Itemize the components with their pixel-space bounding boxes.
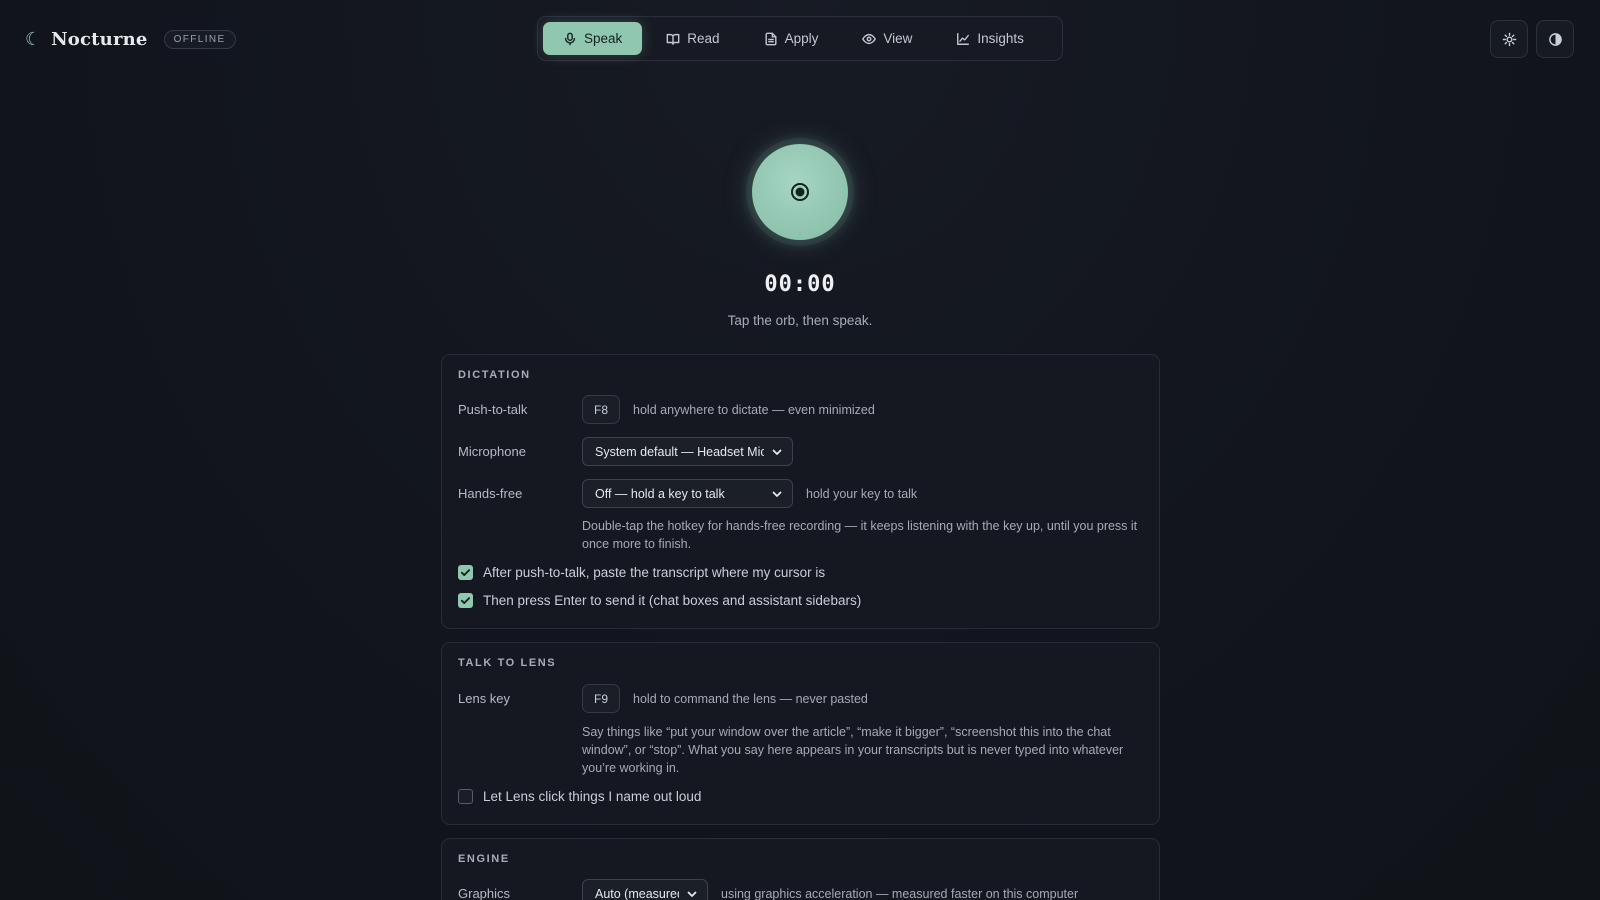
section-title: DICTATION: [458, 369, 531, 381]
engine-card: ENGINE Graphics Auto (measured) using gr…: [441, 838, 1160, 900]
push-to-talk-key[interactable]: F8: [582, 395, 621, 424]
section-title: TALK TO LENS: [458, 657, 557, 669]
section-title: ENGINE: [458, 853, 510, 865]
select-value: Auto (measured): [595, 886, 679, 900]
chevron-down-icon: [687, 891, 697, 897]
chevron-down-icon: [772, 449, 782, 455]
tab-insights[interactable]: Insights: [936, 22, 1044, 55]
theme-toggle-button[interactable]: [1536, 20, 1574, 58]
gear-icon: [1502, 32, 1516, 46]
microphone-select[interactable]: System default — Headset Microphone: [582, 437, 793, 466]
checkbox-label: After push-to-talk, paste the transcript…: [483, 565, 826, 580]
field-note: hold your key to talk: [806, 486, 918, 501]
lens-key[interactable]: F9: [582, 684, 621, 713]
field-label: Graphics: [458, 886, 511, 900]
lens-click-checkbox[interactable]: [458, 789, 473, 804]
field-label: Push-to-talk: [458, 402, 528, 417]
brand: ☾ Nocturne OFFLINE: [25, 26, 236, 52]
select-value: Off — hold a key to talk: [595, 486, 725, 501]
tab-label: Read: [687, 31, 720, 46]
tab-label: View: [883, 31, 913, 46]
record-orb[interactable]: [740, 132, 860, 252]
paste-checkbox[interactable]: [458, 565, 473, 580]
mic-icon: [564, 32, 576, 45]
lens-key-row: Lens key F9 hold to command the lens — n…: [458, 684, 1143, 713]
hands-free-help: Double-tap the hotkey for hands-free rec…: [582, 519, 1138, 551]
eye-icon: [862, 33, 877, 44]
document-icon: [765, 32, 777, 45]
paste-transcript-option[interactable]: After push-to-talk, paste the transcript…: [458, 565, 825, 580]
status-badge: OFFLINE: [163, 29, 236, 49]
tab-label: Insights: [977, 31, 1024, 46]
checkbox-label: Let Lens click things I name out loud: [483, 789, 702, 804]
checkbox-label: Then press Enter to send it (chat boxes …: [483, 593, 862, 608]
recording-timer: 00:00: [764, 272, 836, 297]
graphics-select[interactable]: Auto (measured): [582, 879, 708, 900]
field-note: hold to command the lens — never pasted: [633, 691, 868, 706]
chevron-down-icon: [772, 491, 782, 497]
microphone-row: Microphone System default — Headset Micr…: [458, 437, 1143, 466]
lens-click-option[interactable]: Let Lens click things I name out loud: [458, 789, 701, 804]
field-note: hold anywhere to dictate — even minimize…: [633, 402, 875, 417]
push-to-talk-row: Push-to-talk F8 hold anywhere to dictate…: [458, 395, 1143, 424]
field-label: Hands-free: [458, 486, 523, 501]
tab-apply[interactable]: Apply: [744, 22, 839, 55]
check-icon: [460, 597, 471, 604]
dictation-card: DICTATION Push-to-talk F8 hold anywhere …: [441, 354, 1160, 629]
graphics-row: Graphics Auto (measured) using graphics …: [458, 879, 1143, 900]
hands-free-row: Hands-free Off — hold a key to talk hold…: [458, 479, 1143, 508]
select-value: System default — Headset Microphone: [595, 444, 764, 459]
tab-view[interactable]: View: [842, 22, 932, 55]
enter-checkbox[interactable]: [458, 593, 473, 608]
record-icon: [791, 183, 809, 201]
main-nav: Speak Read Apply View Insights: [537, 16, 1063, 61]
orb-button[interactable]: [752, 144, 848, 240]
contrast-icon: [1548, 32, 1562, 46]
lens-help: Say things like “put your window over th…: [582, 725, 1124, 775]
press-enter-option[interactable]: Then press Enter to send it (chat boxes …: [458, 593, 861, 608]
field-label: Microphone: [458, 444, 526, 459]
settings-button[interactable]: [1490, 20, 1528, 58]
tab-label: Apply: [784, 31, 819, 46]
tab-label: Speak: [584, 31, 623, 46]
field-label: Lens key: [458, 691, 511, 706]
moon-icon: ☾: [25, 29, 42, 49]
check-icon: [460, 569, 471, 576]
chart-icon: [957, 32, 970, 45]
app-name: Nocturne: [51, 28, 148, 50]
lens-card: TALK TO LENS Lens key F9 hold to command…: [441, 642, 1160, 825]
field-note: using graphics acceleration — measured f…: [721, 886, 1079, 900]
book-icon: [666, 33, 680, 45]
tab-speak[interactable]: Speak: [543, 22, 643, 55]
tab-read[interactable]: Read: [646, 22, 739, 55]
hands-free-select[interactable]: Off — hold a key to talk: [582, 479, 793, 508]
recorder-hint: Tap the orb, then speak.: [727, 313, 873, 328]
